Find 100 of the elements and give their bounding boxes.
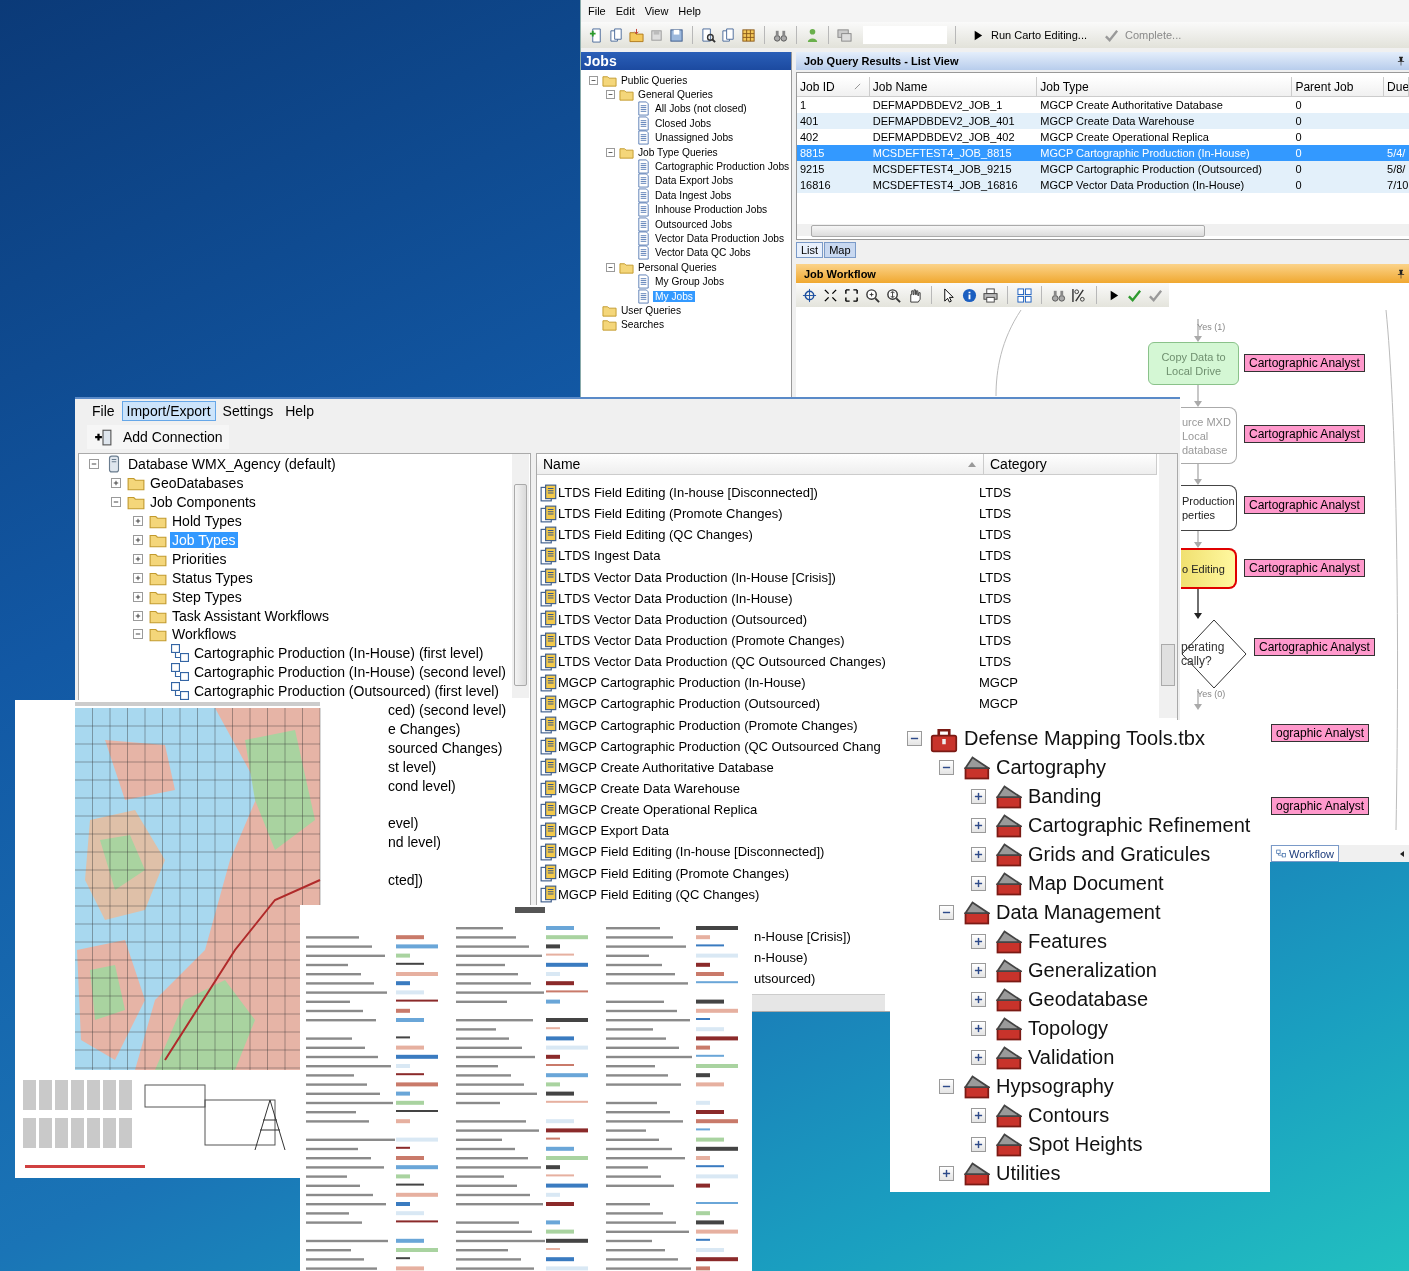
scroll-arrow-icon[interactable] xyxy=(1398,849,1406,858)
menu-item[interactable]: Help xyxy=(280,401,319,421)
tree-item[interactable]: Step Types xyxy=(170,588,244,605)
tree-item[interactable]: General Queries xyxy=(636,89,715,101)
tree-toggle[interactable] xyxy=(970,992,986,1007)
tree-item[interactable]: Banding xyxy=(1026,785,1104,808)
tree-item[interactable]: Personal Queries xyxy=(636,261,719,273)
tree-item[interactable]: Data Ingest Jobs xyxy=(653,189,734,201)
tree-item[interactable]: cted]) xyxy=(386,872,425,889)
tree-toggle[interactable] xyxy=(89,459,99,470)
table-row[interactable]: 401 DEFMAPDBDEV2_JOB_401 MGCP Create Data Warehouse 0 xyxy=(797,113,1409,129)
tree-item[interactable]: Utilities xyxy=(994,1162,1063,1185)
text-field[interactable] xyxy=(863,26,947,44)
job-type-name[interactable]: LTDS Vector Data Production (Outsourced) xyxy=(558,611,808,627)
tree-toggle[interactable] xyxy=(133,610,143,621)
new-document-icon[interactable] xyxy=(589,27,604,43)
tree-toggle[interactable] xyxy=(970,1021,986,1036)
tree-toggle[interactable] xyxy=(938,1166,954,1181)
job-type-name[interactable]: LTDS Field Editing (In-house [Disconnected]) xyxy=(558,485,818,501)
job-type-name[interactable]: MGCP Create Authoritative Database xyxy=(558,759,774,775)
job-type-name[interactable]: LTDS Vector Data Production (In-House [Crisis]) xyxy=(558,569,836,585)
run-carto-editing-button[interactable]: Run Carto Editing... xyxy=(964,27,1093,43)
pointer-icon[interactable] xyxy=(941,287,956,303)
info-icon[interactable] xyxy=(962,287,977,303)
check-icon[interactable] xyxy=(1127,287,1142,303)
view-tab[interactable]: List xyxy=(796,242,824,258)
tree-toggle[interactable] xyxy=(938,905,954,920)
column-header[interactable]: Due xyxy=(1384,77,1409,96)
tree-item[interactable]: Cartographic Production (Outsourced) (first level) xyxy=(192,683,501,700)
tree-toggle[interactable] xyxy=(133,629,143,640)
tree-item[interactable]: Job Type Queries xyxy=(636,146,720,158)
tree-item[interactable]: Inhouse Production Jobs xyxy=(653,204,770,216)
tree-item[interactable]: Vector Data QC Jobs xyxy=(653,247,753,259)
job-type-name[interactable]: n-House [Crisis]) xyxy=(754,929,851,944)
check-icon[interactable] xyxy=(1148,287,1163,303)
tree-item[interactable]: Defense Mapping Tools.tbx xyxy=(962,727,1207,750)
job-type-name[interactable]: MGCP Export Data xyxy=(558,823,670,839)
tree-item[interactable]: Generalization xyxy=(1026,959,1159,982)
workflow-step[interactable]: Production perties xyxy=(1181,485,1237,531)
table-row[interactable]: 9215 MCSDEFTEST4_JOB_9215 MGCP Cartographic Production (Outsourced) 0 5/8/ xyxy=(797,161,1409,177)
tree-toggle[interactable] xyxy=(589,75,598,85)
tree-item[interactable]: Database WMX_Agency (default) xyxy=(126,456,338,473)
tree-toggle[interactable] xyxy=(938,1079,954,1094)
job-type-name[interactable]: LTDS Vector Data Production (In-House) xyxy=(558,590,793,606)
table-row[interactable]: 1 DEFMAPDBDEV2_JOB_1 MGCP Create Authoritative Database 0 xyxy=(797,97,1409,113)
shrink-arrows-icon[interactable] xyxy=(823,287,838,303)
tree-item[interactable]: Closed Jobs xyxy=(653,117,714,129)
pages-icon[interactable] xyxy=(609,27,624,43)
job-type-name[interactable]: n-House) xyxy=(754,950,808,966)
tree-toggle[interactable] xyxy=(970,934,986,949)
tree-toggle[interactable] xyxy=(938,760,954,775)
tree-item[interactable]: sourced Changes) xyxy=(386,739,505,756)
tree-item[interactable]: Task Assistant Workflows xyxy=(170,607,331,624)
tree-toggle[interactable] xyxy=(111,497,121,508)
workflow-tab[interactable]: Workflow xyxy=(1271,845,1340,862)
tree-item[interactable]: Features xyxy=(1026,930,1109,953)
printer-icon[interactable] xyxy=(983,287,998,303)
tree-item[interactable]: Unassigned Jobs xyxy=(653,132,736,144)
expand-arrows-icon[interactable] xyxy=(844,287,859,303)
job-type-name[interactable]: LTDS Vector Data Production (QC Outsourced Changes) xyxy=(558,654,886,670)
document-search-icon[interactable] xyxy=(701,27,716,43)
horizontal-scrollbar[interactable] xyxy=(751,994,885,1011)
tree-item[interactable]: ced) (second level) xyxy=(386,702,509,718)
tree-toggle[interactable] xyxy=(970,847,986,862)
menu-item[interactable]: File xyxy=(583,5,611,17)
tree-toggle[interactable] xyxy=(606,90,615,100)
grid-icon[interactable] xyxy=(741,27,756,43)
job-type-name[interactable]: MGCP Field Editing (QC Changes) xyxy=(558,886,760,902)
tree-toggle[interactable] xyxy=(970,789,986,804)
job-type-name[interactable]: LTDS Vector Data Production (Promote Changes) xyxy=(558,633,845,649)
job-type-name[interactable]: MGCP Create Data Warehouse xyxy=(558,781,741,797)
zoom-in-icon[interactable] xyxy=(865,287,880,303)
tree-item[interactable]: st level) xyxy=(386,758,439,775)
job-type-name[interactable]: MGCP Create Operational Replica xyxy=(558,802,758,818)
tree-item[interactable]: Status Types xyxy=(170,569,255,586)
tree-item[interactable]: Vector Data Production Jobs xyxy=(653,233,787,244)
tree-item[interactable]: cond level) xyxy=(386,777,458,794)
tree-item[interactable]: Priorities xyxy=(170,550,229,567)
menu-item[interactable]: Help xyxy=(673,5,706,17)
layout-icon[interactable] xyxy=(1017,287,1032,303)
column-header[interactable]: Name xyxy=(537,454,984,474)
tree-toggle[interactable] xyxy=(133,553,143,564)
vertical-scrollbar[interactable] xyxy=(1159,454,1177,718)
hand-icon[interactable] xyxy=(907,287,922,303)
zoom-icon[interactable] xyxy=(886,287,901,303)
table-row[interactable]: 402 DEFMAPDBDEV2_JOB_402 MGCP Create Operational Replica 0 xyxy=(797,129,1409,145)
horizontal-scrollbar[interactable] xyxy=(797,224,1409,236)
pages-icon[interactable] xyxy=(721,27,736,43)
workflow-step[interactable]: o Editing xyxy=(1181,548,1237,589)
tree-item[interactable]: Outsourced Jobs xyxy=(653,218,734,230)
tree-item[interactable]: Hold Types xyxy=(170,513,244,530)
tree-item[interactable]: User Queries xyxy=(619,304,683,316)
tree-item[interactable]: Cartography xyxy=(994,756,1109,779)
job-type-name[interactable]: MGCP Field Editing (In-house [Disconnected]) xyxy=(558,844,825,860)
tree-toggle[interactable] xyxy=(111,478,121,489)
tree-toggle[interactable] xyxy=(133,591,143,602)
menu-item[interactable]: Import/Export xyxy=(121,401,216,421)
tree-toggle[interactable] xyxy=(970,1050,986,1065)
menu-item[interactable]: Settings xyxy=(217,401,279,421)
tree-item[interactable]: e Changes) xyxy=(386,720,463,737)
